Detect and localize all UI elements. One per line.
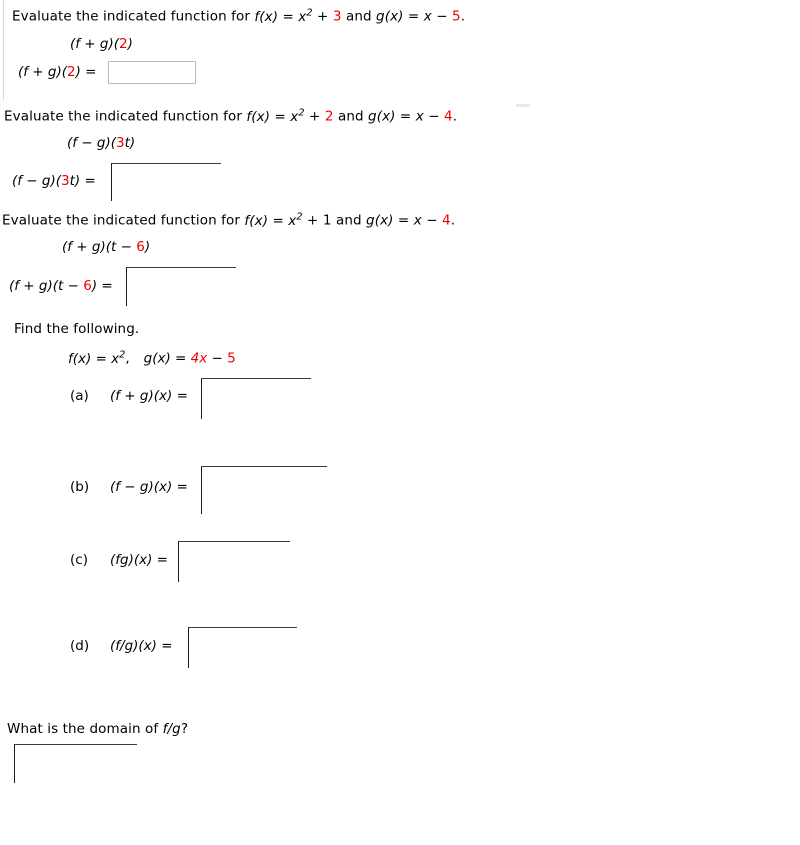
problem-2-prompt: Evaluate the indicated function for f(x)…: [4, 107, 457, 125]
problem-3-expression-suffix: ): [144, 239, 151, 255]
problem-3-g-constant: 4: [442, 212, 451, 229]
problem-3-expression-prefix: (f + g)(t −: [62, 239, 137, 255]
given-g-minus: −: [207, 350, 228, 367]
problem-1-conjunction: and: [341, 8, 377, 25]
item-b-answer-input[interactable]: [201, 466, 327, 514]
item-d-answer-input[interactable]: [188, 627, 297, 668]
problem-1-prompt: Evaluate the indicated function for f(x)…: [12, 7, 465, 25]
problem-2-period: .: [452, 108, 458, 125]
given-f-label: f(x) = x: [68, 350, 120, 367]
problem-2-f-plus: +: [304, 108, 325, 125]
given-comma: ,: [125, 350, 130, 367]
problem-3-answer-label: (f + g)(t − 6) =: [9, 278, 113, 294]
problem-2-answer-value-token: 3: [61, 173, 70, 189]
problem-1-answer-suffix: ) =: [75, 64, 97, 80]
problem-3-period: .: [450, 212, 456, 229]
item-d-label: (d): [70, 638, 90, 654]
domain-question: What is the domain of f/g?: [7, 721, 188, 737]
item-c-expression: (fg)(x) =: [110, 552, 168, 568]
problem-1-f-label: f(x) = x: [254, 8, 307, 25]
problem-3-f-plus: +: [302, 212, 323, 229]
domain-question-expression: f/g: [162, 721, 181, 737]
given-g-term: 4x: [190, 350, 208, 367]
stray-gray-dash: [516, 104, 530, 107]
given-g-prefix: g(x) =: [143, 350, 191, 367]
problem-3-prompt-lead: Evaluate the indicated function for: [2, 212, 245, 229]
problem-3-f-label: f(x) = x: [244, 212, 297, 229]
problem-2-answer-prefix: (f − g)(: [12, 173, 62, 189]
find-section-heading: Find the following.: [14, 321, 140, 337]
problem-3-f-constant: 1: [322, 212, 332, 229]
problem-1-expression: (f + g)(2): [70, 36, 133, 52]
problem-2-g-constant: 4: [444, 108, 453, 125]
problem-3-prompt: Evaluate the indicated function for f(x)…: [2, 211, 455, 229]
problem-3-g-label: g(x) = x −: [366, 212, 443, 229]
problem-1-period: .: [460, 8, 466, 25]
problem-2-expression-prefix: (f − g)(: [67, 135, 117, 151]
item-b-expression: (f − g)(x) =: [110, 479, 188, 495]
problem-1-g-label: g(x) = x −: [376, 8, 453, 25]
domain-question-lead: What is the domain of: [7, 721, 163, 737]
problem-1-f-plus: +: [312, 8, 333, 25]
problem-2-conjunction: and: [333, 108, 369, 125]
domain-question-mark: ?: [180, 721, 189, 737]
problem-3-expression-value: 6: [136, 239, 145, 255]
problem-1-expression-prefix: (f + g)(: [70, 36, 120, 52]
problem-1-prompt-lead: Evaluate the indicated function for: [12, 8, 255, 25]
find-section-given: f(x) = x2, g(x) = 4x − 5: [68, 349, 236, 367]
problem-1-answer-input[interactable]: [108, 61, 196, 84]
problem-2-expression-suffix: t): [124, 135, 136, 151]
problem-2-answer-input[interactable]: [111, 163, 221, 201]
item-a-label: (a): [70, 388, 89, 404]
problem-1-g-constant: 5: [452, 8, 461, 25]
problem-1-answer-prefix: (f + g)(: [18, 64, 68, 80]
item-a-answer-input[interactable]: [201, 378, 311, 419]
domain-answer-input[interactable]: [14, 744, 137, 783]
problem-3-answer-prefix: (f + g)(t −: [9, 278, 84, 294]
problem-1-expression-value: 2: [119, 36, 128, 52]
problem-3-answer-suffix: ) =: [91, 278, 113, 294]
item-c-answer-input[interactable]: [178, 541, 290, 582]
problem-2-answer-label: (f − g)(3t) =: [12, 173, 96, 189]
problem-2-prompt-lead: Evaluate the indicated function for: [4, 108, 247, 125]
given-g-constant: 5: [227, 350, 236, 367]
problem-3-conjunction: and: [331, 212, 367, 229]
problem-3-answer-input[interactable]: [126, 267, 236, 306]
left-edge-rule: [3, 0, 4, 100]
item-d-expression: (f/g)(x) =: [110, 638, 173, 654]
problem-2-answer-suffix: t) =: [69, 173, 96, 189]
problem-2-g-label: g(x) = x −: [368, 108, 445, 125]
problem-3-answer-value-token: 6: [83, 278, 92, 294]
item-a-expression: (f + g)(x) =: [110, 388, 188, 404]
problem-2-f-constant: 2: [324, 108, 334, 125]
problem-1-f-constant: 3: [332, 8, 342, 25]
problem-2-expression: (f − g)(3t): [67, 135, 135, 151]
item-b-label: (b): [70, 479, 90, 495]
problem-2-f-label: f(x) = x: [246, 108, 299, 125]
problem-2-expression-value: 3: [116, 135, 125, 151]
problem-1-answer-label: (f + g)(2) =: [18, 64, 97, 80]
problem-3-expression: (f + g)(t − 6): [62, 239, 150, 255]
problem-1-expression-suffix: ): [127, 36, 133, 52]
problem-1-answer-value-token: 2: [67, 64, 76, 80]
item-c-label: (c): [70, 552, 88, 568]
